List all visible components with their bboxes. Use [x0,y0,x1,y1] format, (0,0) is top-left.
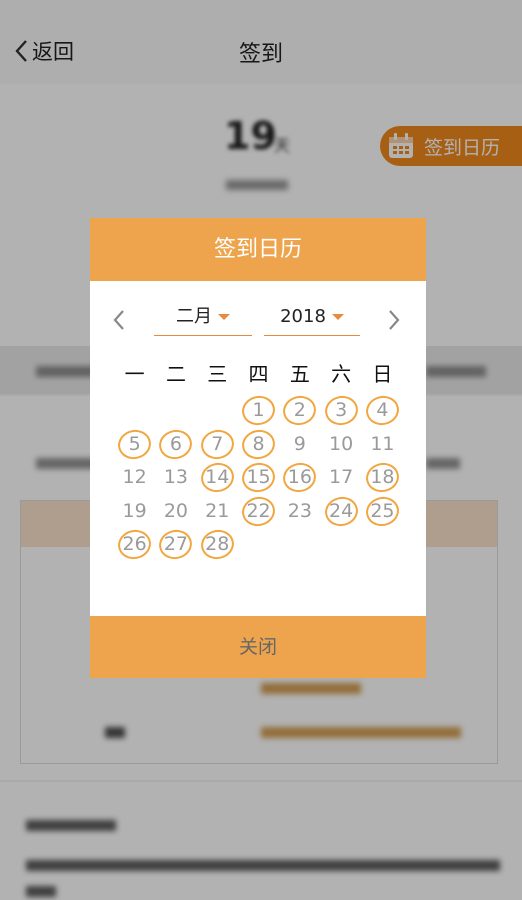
calendar-blank-cell [197,394,238,428]
calendar-day-signed[interactable]: 2 [279,394,320,428]
calendar-day-signed[interactable]: 28 [197,528,238,562]
calendar-day[interactable]: 10 [320,428,361,462]
calendar-day[interactable]: 20 [155,495,196,529]
month-select[interactable]: 二月 [154,303,252,336]
month-picker: 二月 2018 [90,281,426,341]
prev-month-icon[interactable] [112,309,126,331]
weekday-label: 五 [289,362,310,386]
calendar-day[interactable]: 19 [114,495,155,529]
calendar-day-signed[interactable]: 24 [320,495,361,529]
calendar-day-grid: 1 2 3 4 5 6 7 8 9 10 11 12 13 14 15 16 17 18 19 20 21 22 23 24 2… [114,394,404,562]
year-select[interactable]: 2018 [264,303,360,336]
calendar-day-signed[interactable]: 1 [238,394,279,428]
calendar-day-signed[interactable]: 27 [155,528,196,562]
calendar-blank-cell [155,394,196,428]
calendar-day[interactable]: 9 [279,428,320,462]
calendar-day-signed[interactable]: 22 [238,495,279,529]
weekday-label: 六 [331,362,352,386]
weekday-label: 四 [248,362,269,386]
weekday-label: 二 [165,362,186,386]
calendar-day[interactable]: 13 [155,461,196,495]
sign-calendar-modal: 签到日历 二月 2018 一 二 三 四 五 六 日 1 2 3 4 5 6 7 8 9 10 11… [90,218,426,678]
calendar-day[interactable]: 23 [279,495,320,529]
calendar-day[interactable]: 17 [320,461,361,495]
calendar-day-signed[interactable]: 3 [320,394,361,428]
weekday-label: 三 [207,362,228,386]
calendar-day-signed[interactable]: 6 [155,428,196,462]
calendar-day-signed[interactable]: 25 [362,495,403,529]
calendar-day-signed[interactable]: 14 [197,461,238,495]
caret-down-icon [218,314,230,320]
calendar-day-signed[interactable]: 26 [114,528,155,562]
calendar-day-signed[interactable]: 5 [114,428,155,462]
calendar-day-signed[interactable]: 8 [238,428,279,462]
weekday-label: 日 [372,362,393,386]
close-button[interactable]: 关闭 [90,616,426,678]
calendar-blank-cell [114,394,155,428]
calendar-day-signed[interactable]: 16 [279,461,320,495]
year-value: 2018 [280,306,326,327]
calendar-day[interactable]: 11 [362,428,403,462]
month-value: 二月 [176,306,212,327]
calendar-day-signed[interactable]: 7 [197,428,238,462]
calendar-day-signed[interactable]: 4 [362,394,403,428]
calendar-day[interactable]: 12 [114,461,155,495]
calendar-day-signed[interactable]: 18 [362,461,403,495]
calendar-day[interactable]: 21 [197,495,238,529]
next-month-icon[interactable] [387,309,401,331]
weekday-header: 一 二 三 四 五 六 日 [114,358,404,388]
caret-down-icon [331,314,344,320]
calendar-day-signed[interactable]: 15 [238,461,279,495]
weekday-label: 一 [124,362,145,386]
modal-title: 签到日历 [90,218,426,281]
